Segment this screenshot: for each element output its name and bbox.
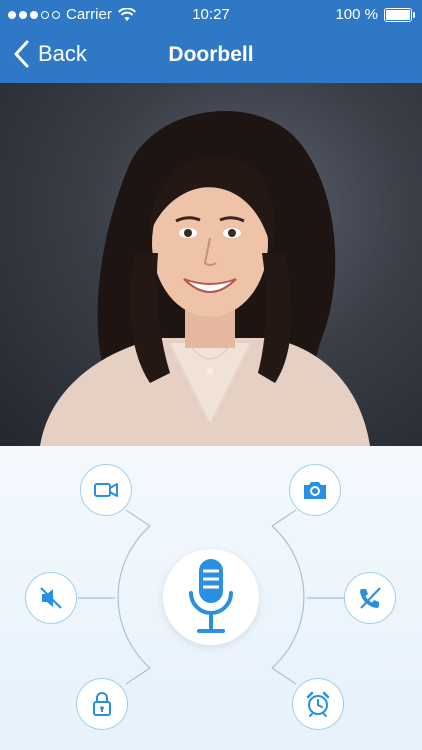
- talk-microphone-button[interactable]: [163, 549, 259, 645]
- battery-percent: 100 %: [335, 6, 378, 23]
- lock-icon: [93, 692, 111, 716]
- video-toggle-button[interactable]: [80, 464, 132, 516]
- microphone-icon: [189, 559, 233, 633]
- battery-fill: [386, 9, 410, 20]
- doorbell-video-feed: [0, 83, 422, 446]
- status-right: 100 %: [335, 6, 415, 23]
- snapshot-button[interactable]: [289, 464, 341, 516]
- status-bar: Carrier 10:27 100 %: [0, 0, 422, 28]
- visitor-portrait-image: [40, 110, 370, 446]
- hang-up-phone-icon: [360, 587, 381, 609]
- mute-speaker-button[interactable]: [25, 572, 77, 624]
- unlock-door-button[interactable]: [76, 678, 128, 730]
- hang-up-button[interactable]: [344, 572, 396, 624]
- top-bar: Carrier 10:27 100 % Back Doorbell: [0, 0, 422, 83]
- nav-bar: Back Doorbell: [0, 28, 422, 83]
- alarm-button[interactable]: [292, 678, 344, 730]
- page-title: Doorbell: [168, 43, 254, 66]
- speaker-mute-icon: [40, 587, 62, 609]
- battery-icon: [384, 7, 415, 22]
- alarm-clock-icon: [306, 691, 330, 717]
- camera-icon: [304, 482, 326, 499]
- video-camera-icon: [94, 483, 118, 497]
- doorbell-controls: [0, 446, 422, 750]
